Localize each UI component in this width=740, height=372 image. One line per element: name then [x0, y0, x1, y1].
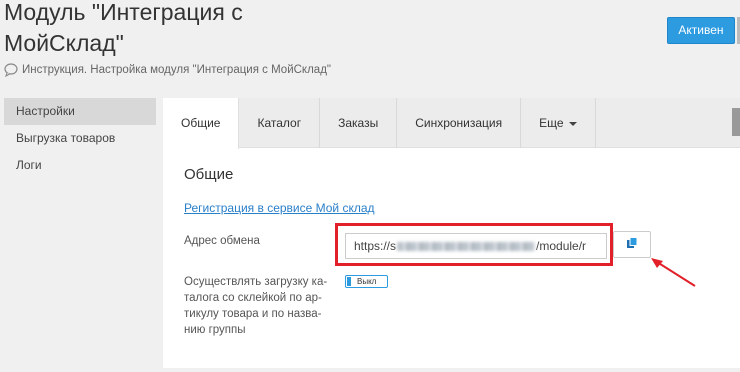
instruction-text: Инструкция. Настройка модуля "Интеграция…	[22, 64, 331, 76]
page-title-line-1: Модуль "Интеграция с	[4, 0, 243, 25]
highlight-box	[335, 223, 613, 266]
catalog-load-label-line-3: тикулу товара и по назва-	[184, 308, 322, 320]
tab-catalog[interactable]: Каталог	[239, 98, 321, 148]
toggle-label: Выкл	[357, 277, 377, 286]
sidebar: Настройки Выгрузка товаров Логи	[4, 98, 156, 179]
tab-sync[interactable]: Синхронизация	[397, 98, 522, 148]
tab-more-label: Еще	[539, 116, 564, 130]
tab-bar: Общие Каталог Заказы Синхронизация Еще	[163, 98, 740, 149]
page-title-line-2: МойСклад"	[4, 30, 124, 56]
active-status-button[interactable]: Активен	[667, 17, 735, 44]
sidebar-item-settings[interactable]: Настройки	[4, 98, 156, 125]
catalog-load-label-line-2: талога со склейкой по ар-	[184, 292, 322, 304]
page-title: Модуль "Интеграция с МойСклад"	[4, 0, 304, 59]
sidebar-item-export-products[interactable]: Выгрузка товаров	[4, 125, 156, 152]
registration-link[interactable]: Регистрация в сервисе Мой склад	[184, 201, 375, 215]
tab-orders[interactable]: Заказы	[320, 98, 398, 148]
catalog-load-label-line-4: нию группы	[184, 324, 246, 336]
tab-bar-edge	[732, 108, 740, 136]
catalog-load-label: Осуществлять загрузку ка- талога со скле…	[184, 274, 334, 338]
settings-panel: Общие Каталог Заказы Синхронизация Еще О…	[163, 98, 740, 368]
tab-general[interactable]: Общие	[163, 98, 240, 149]
sidebar-item-logs[interactable]: Логи	[4, 152, 156, 179]
toggle-knob	[347, 277, 351, 286]
catalog-load-toggle[interactable]: Выкл	[345, 275, 388, 288]
tab-more[interactable]: Еще	[521, 98, 596, 148]
catalog-load-label-line-1: Осуществлять загрузку ка-	[184, 276, 328, 288]
red-arrow-annotation	[651, 258, 696, 287]
section-title: Общие	[184, 166, 234, 183]
exchange-address-label: Адрес обмена	[184, 235, 260, 247]
caret-down-icon	[568, 121, 577, 126]
copy-icon	[626, 236, 638, 254]
instruction-row[interactable]: Инструкция. Настройка модуля "Интеграция…	[4, 63, 331, 78]
chat-bubble-icon	[4, 63, 18, 78]
